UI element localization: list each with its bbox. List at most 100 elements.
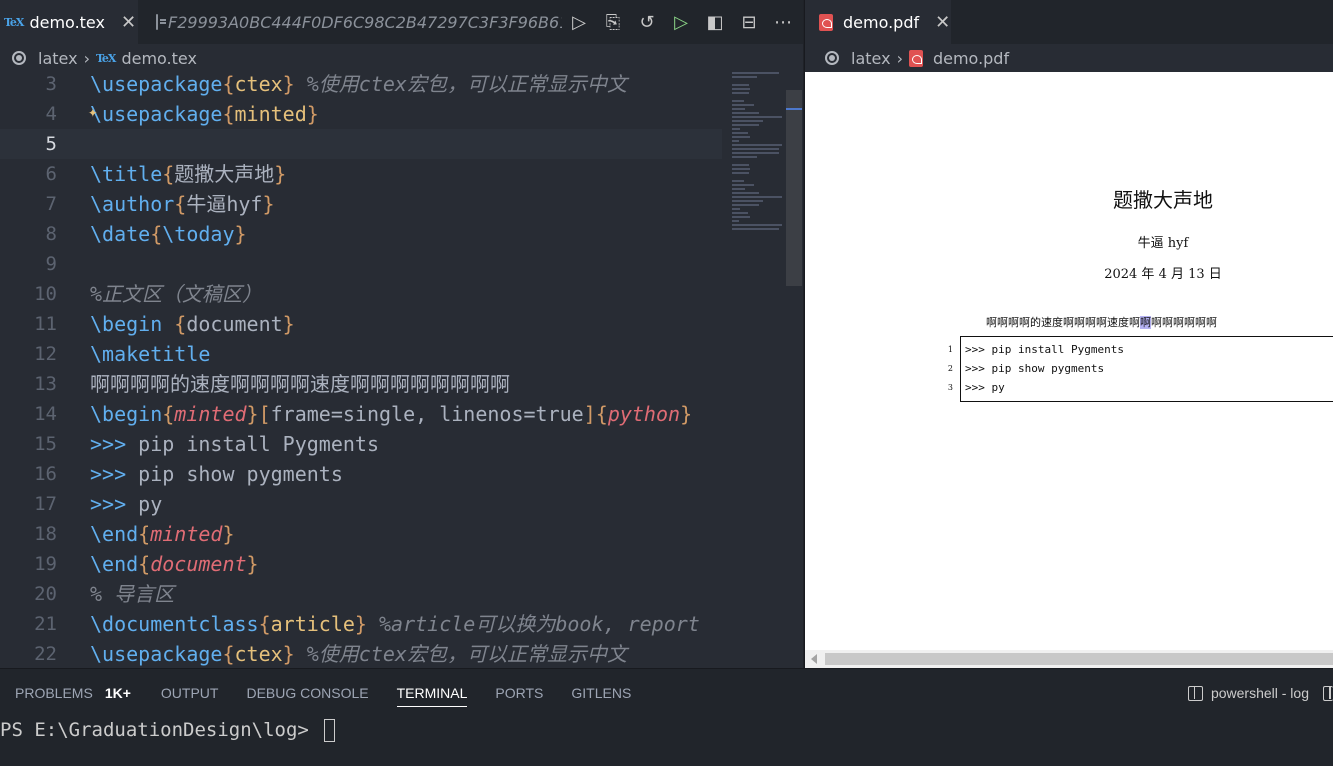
code-token: 牛逼hyf [186, 192, 263, 216]
code-line[interactable]: 7 \author{牛逼hyf} [0, 189, 722, 219]
line-number: 14 [34, 403, 57, 425]
breadcrumb-folder[interactable]: latex [38, 49, 78, 68]
minimap-line [732, 188, 745, 190]
toggle-preview-icon[interactable]: ◧ [705, 12, 725, 33]
breadcrumb-file[interactable]: demo.tex [121, 49, 196, 68]
code-line[interactable]: 20 % 导言区 [0, 579, 722, 609]
code-line[interactable]: 5 [0, 129, 722, 159]
code-line[interactable]: 13 啊啊啊啊的速度啊啊啊啊速度啊啊啊啊啊啊啊啊 [0, 369, 722, 399]
tab-problems[interactable]: PROBLEMS [15, 669, 93, 717]
split-editor-icon[interactable]: ⊟ [739, 12, 759, 33]
tab-log-file[interactable]: F29993A0BC444F0DF6C98C2B47297C3F3F96B61B… [138, 0, 562, 44]
minimap-line [732, 152, 779, 154]
code-token: >>> [90, 492, 127, 516]
code-line[interactable]: 21 \documentclass{article} %article可以换为bo… [0, 609, 722, 639]
timeline-icon[interactable]: ↺ [637, 12, 657, 33]
terminal-name: powershell - log [1210, 685, 1309, 701]
code-line[interactable]: 15 >>> pip install Pygments [0, 429, 722, 459]
scrollbar-thumb[interactable] [825, 653, 1333, 665]
code-editor[interactable]: 3 \usepackage{ctex} %使用ctex宏包，可以正常显示中文 4 \u… [0, 69, 722, 668]
code-line[interactable]: 6 \title{题撒大声地} [0, 159, 722, 189]
code-line[interactable]: 22 \usepackage{ctex} %使用ctex宏包，可以正常显示中文 [0, 639, 722, 668]
terminal-selector[interactable]: powershell - log [1187, 669, 1333, 717]
code-token: \usepackage [90, 72, 223, 96]
minimap-line [732, 168, 751, 170]
code-token: %使用ctex宏包，可以正常显示中文 [294, 642, 627, 666]
minimap-line [732, 156, 757, 158]
close-icon[interactable]: ✕ [935, 12, 950, 33]
tab-debug-console[interactable]: DEBUG CONSOLE [246, 669, 368, 717]
terminal-output[interactable]: PS E:\GraduationDesign\log> [0, 717, 336, 743]
code-token: frame=single, linenos=true [270, 402, 584, 426]
sparkle-icon[interactable]: ✦ [88, 97, 98, 127]
code-token: } [680, 402, 693, 426]
code-line[interactable]: 18 \end{minted} [0, 519, 722, 549]
code-token: minted [150, 522, 223, 546]
minimap-line [732, 180, 744, 182]
pdf-author: 牛逼 hyf [1137, 236, 1189, 251]
pdf-title: 题撒大声地 [1113, 188, 1213, 212]
tex-file-icon: TeX [4, 15, 24, 29]
minimap-line [732, 220, 739, 222]
run-debug-icon[interactable]: ▷ [671, 12, 691, 33]
code-line[interactable]: 11 \begin {document} [0, 309, 722, 339]
tab-gitlens[interactable]: GITLENS [571, 669, 631, 717]
code-line[interactable]: 10 %正文区（文稿区） [0, 279, 722, 309]
code-text: \end{minted} [90, 519, 235, 549]
tab-demo-pdf[interactable]: demo.pdf ✕ [805, 0, 951, 44]
minimap-line [732, 112, 760, 114]
line-number: 13 [34, 373, 57, 395]
tab-output[interactable]: OUTPUT [161, 669, 219, 717]
code-line[interactable]: 8 \date{\today} [0, 219, 722, 249]
run-icon[interactable]: ▷ [569, 12, 589, 33]
tab-terminal[interactable]: TERMINAL [396, 669, 467, 717]
code-token: { [150, 222, 163, 246]
code-token: \maketitle [90, 342, 211, 366]
minimap-line [732, 208, 740, 210]
scroll-left-icon[interactable] [811, 654, 817, 664]
code-text: \author{牛逼hyf} [90, 189, 275, 219]
minimap-line [732, 216, 751, 218]
pdf-body-text: 啊啊啊啊的速度啊啊啊啊速度啊啊啊啊啊啊啊啊 [986, 314, 1217, 330]
code-line[interactable]: 19 \end{document} [0, 549, 722, 579]
minimap[interactable] [728, 72, 784, 230]
tab-demo-tex[interactable]: TeX demo.tex ✕ [0, 0, 138, 44]
code-line[interactable]: 9 [0, 249, 722, 279]
minimap-line [732, 172, 749, 174]
breadcrumb-folder[interactable]: latex [851, 49, 891, 68]
minimap-line [732, 120, 764, 122]
minimap-line [732, 100, 744, 102]
code-token: minted [174, 402, 247, 426]
line-number: 10 [34, 283, 57, 305]
code-line[interactable]: 16 >>> pip show pygments [0, 459, 722, 489]
code-token: } [282, 642, 295, 666]
more-actions-icon[interactable]: ⋯ [773, 12, 793, 33]
pdf-code-line-number: 3 [947, 383, 953, 392]
code-token: %正文区（文稿区） [90, 282, 263, 306]
horizontal-scrollbar[interactable] [805, 650, 1333, 668]
open-changes-icon[interactable]: ⎘ [603, 12, 623, 33]
code-token: ] [583, 402, 596, 426]
pdf-viewer[interactable]: 题撒大声地 牛逼 hyf 2024 年 4 月 13 日 啊啊啊啊的速度啊啊啊啊… [805, 72, 1333, 650]
code-line[interactable]: 12 \maketitle [0, 339, 722, 369]
code-text: >>> pip show pygments [90, 459, 343, 489]
minimap-line [732, 144, 782, 146]
minimap-line [732, 132, 748, 134]
breadcrumb-file[interactable]: demo.pdf [933, 49, 1009, 68]
code-line[interactable]: 3 \usepackage{ctex} %使用ctex宏包，可以正常显示中文 [0, 69, 722, 99]
close-icon[interactable]: ✕ [121, 12, 136, 33]
line-number: 6 [45, 163, 57, 185]
code-line[interactable]: 4 \usepackage{minted} ✦ [0, 99, 722, 129]
minimap-line [732, 124, 760, 126]
code-line[interactable]: 17 >>> py [0, 489, 722, 519]
chevron-right-icon: › [83, 48, 90, 68]
line-number: 5 [45, 133, 57, 155]
tab-ports[interactable]: PORTS [495, 669, 543, 717]
code-line[interactable]: 14 \begin{minted}[frame=single, linenos=t… [0, 399, 722, 429]
code-token: } [282, 72, 295, 96]
line-number: 19 [34, 553, 57, 575]
cursor-position-marker [786, 108, 802, 110]
pdf-code-line: 2 >>> pip show pygments [948, 359, 1104, 378]
vertical-scrollbar[interactable] [786, 90, 802, 286]
terminal-split-icon[interactable] [1323, 685, 1333, 701]
